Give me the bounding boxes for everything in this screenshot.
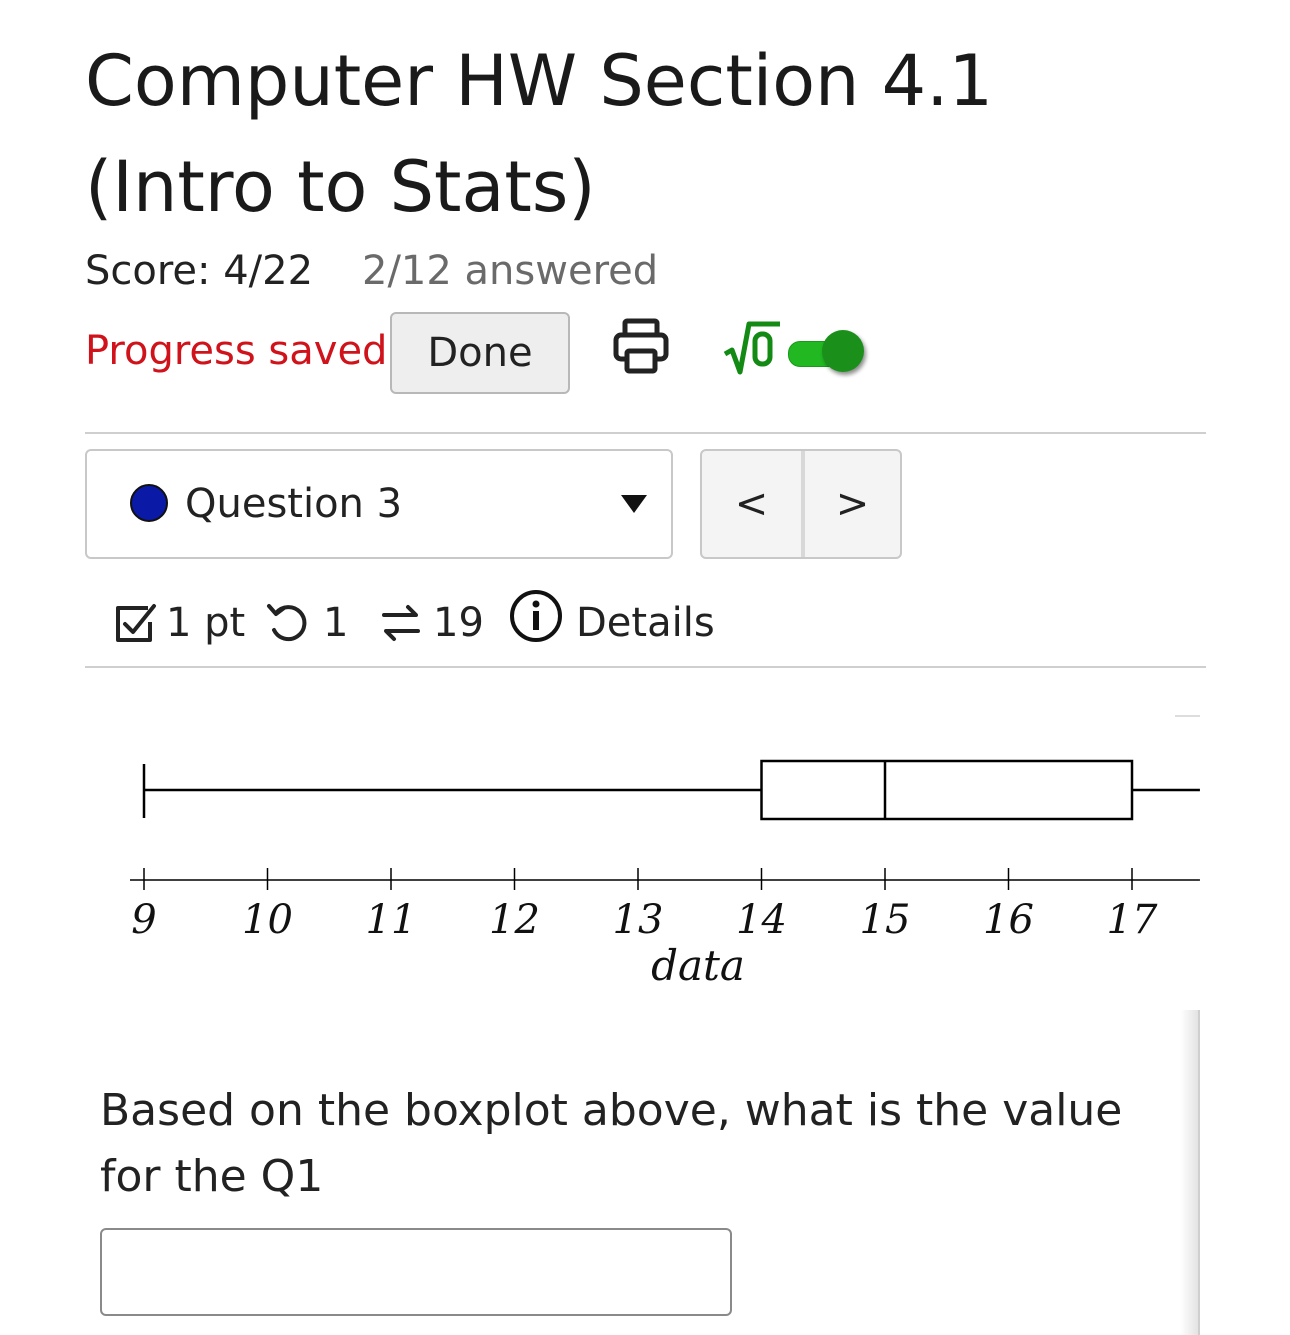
divider <box>85 432 1206 434</box>
attempts-icon <box>378 600 424 656</box>
divider <box>85 666 1206 668</box>
done-button[interactable]: Done <box>390 312 570 394</box>
x-axis-label: data <box>651 941 745 990</box>
details-link[interactable]: Details <box>576 600 715 646</box>
previous-question-button[interactable]: < <box>702 451 801 557</box>
panel-shadow <box>1180 1010 1200 1335</box>
x-tick-label: 11 <box>366 897 417 943</box>
retry-icon <box>265 600 311 656</box>
page-title: Computer HW Section 4.1 (Intro to Stats) <box>85 40 993 228</box>
question-status-dot <box>130 484 168 522</box>
answered-count: 2/12 answered <box>362 248 659 294</box>
progress-status: Progress saved <box>85 328 388 374</box>
score-row: Score: 4/22 2/12 answered <box>85 248 658 294</box>
boxplot-chart: 9 10 11 12 13 14 15 16 17 data <box>130 715 1200 990</box>
caret-down-icon <box>621 495 647 517</box>
x-tick-label: 15 <box>860 897 911 943</box>
info-icon[interactable] <box>508 588 564 654</box>
question-select-label: Question 3 <box>185 481 403 527</box>
question-nav: < > <box>700 449 902 559</box>
x-tick-label: 17 <box>1107 897 1158 943</box>
panel-edge <box>1198 1010 1200 1335</box>
points-value: 1 pt <box>166 600 246 646</box>
x-tick-label: 14 <box>736 897 787 943</box>
box <box>760 759 1134 821</box>
x-tick-label: 13 <box>613 897 664 943</box>
math-toggle[interactable] <box>786 328 870 380</box>
next-question-button[interactable]: > <box>803 451 902 557</box>
score-text: Score: 4/22 <box>85 248 314 294</box>
checkbox-icon <box>110 598 158 656</box>
x-tick-label: 9 <box>131 897 156 943</box>
x-tick-label: 10 <box>242 897 293 943</box>
print-icon[interactable] <box>612 318 670 380</box>
question-select[interactable]: Question 3 <box>85 449 673 559</box>
answer-input[interactable] <box>100 1228 732 1316</box>
attempts-value: 19 <box>433 600 484 646</box>
math-input-icon <box>722 318 782 382</box>
x-tick-label: 16 <box>983 897 1034 943</box>
x-tick-label: 12 <box>489 897 540 943</box>
toggle-knob <box>822 330 864 372</box>
question-text: Based on the boxplot above, what is the … <box>100 1085 1123 1202</box>
retries-value: 1 <box>323 600 349 646</box>
